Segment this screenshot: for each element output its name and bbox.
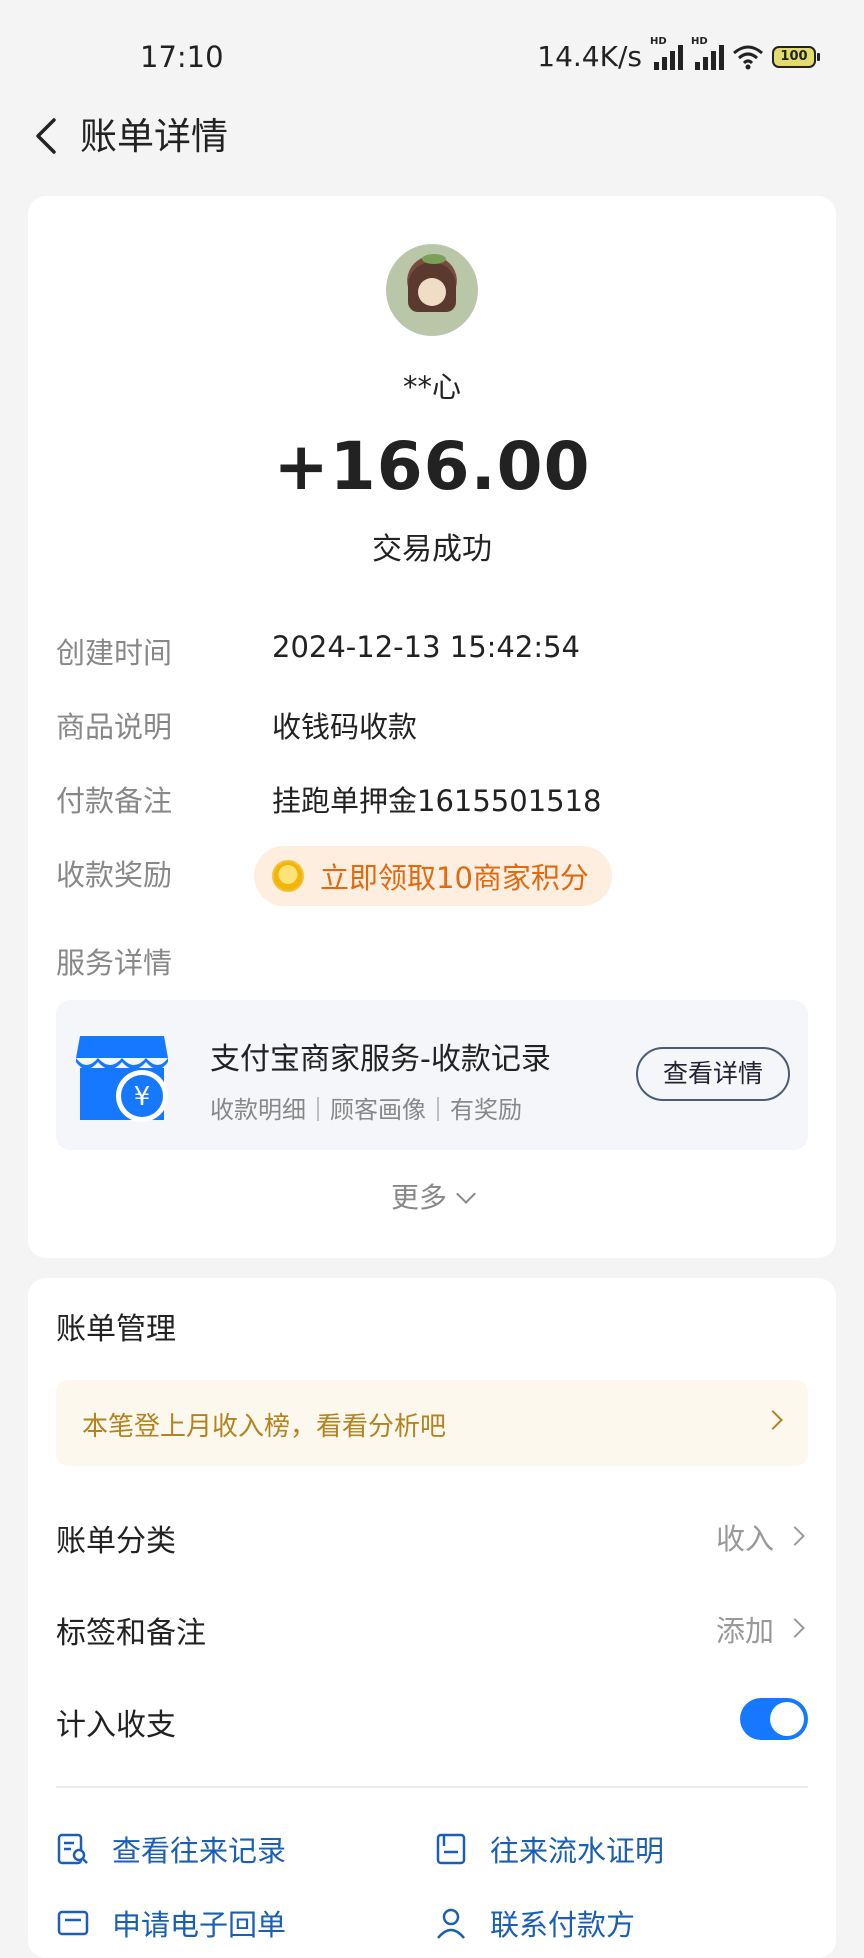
product-desc-value: 收钱码收款 [272,710,418,744]
section-title: 账单管理 [56,1312,176,1347]
status-bar: 17:10 14.4K/s HD HD 100 [0,0,864,110]
view-details-button[interactable]: 查看详情 [636,1047,790,1101]
view-records-action[interactable]: 查看往来记录 [56,1824,286,1874]
view-records-label: 查看往来记录 [112,1834,287,1868]
service-section-label: 服务详情 [56,946,173,980]
transaction-status: 交易成功 [372,532,492,567]
product-desc-label: 商品说明 [56,710,173,744]
chevron-right-icon [785,1618,805,1638]
bill-category-value: 收入 [715,1522,774,1556]
bill-management-card: 账单管理 本笔登上月收入榜，看看分析吧 账单分类 收入 标签和备注 添加 计入收… [28,1278,836,1958]
toggle-knob [770,1702,804,1736]
status-icons: 14.4K/s HD HD 100 [537,36,820,73]
chevron-down-icon [456,1184,476,1204]
tags-notes-label: 标签和备注 [56,1616,206,1651]
page-title: 账单详情 [80,115,228,158]
wifi-icon [733,45,763,69]
banner-text: 本笔登上月收入榜，看看分析吧 [82,1412,447,1442]
e-receipt-label: 申请电子回单 [112,1908,287,1942]
avatar[interactable] [386,244,478,336]
reward-label: 收款奖励 [56,858,173,892]
include-in-stats-toggle[interactable] [740,1698,808,1740]
statement-icon [436,1833,466,1865]
signal-icon: HD [650,36,683,70]
coin-icon [272,860,304,892]
back-arrow-icon[interactable] [26,114,70,158]
transaction-amount: +166.00 [273,428,591,505]
payment-note-label: 付款备注 [56,784,173,818]
e-receipt-action[interactable]: 申请电子回单 [56,1898,286,1948]
bill-category-label: 账单分类 [56,1524,176,1559]
status-time: 17:10 [140,40,224,74]
statement-proof-action[interactable]: 往来流水证明 [434,1824,664,1874]
contact-icon [437,1908,465,1939]
bill-category-row[interactable]: 账单分类 收入 [56,1504,808,1564]
divider [56,1786,808,1788]
network-speed: 14.4K/s [537,40,642,73]
service-title: 支付宝商家服务-收款记录 [210,1042,551,1077]
chevron-right-icon [785,1526,805,1546]
contact-payer-label: 联系付款方 [490,1908,636,1942]
created-time-label: 创建时间 [56,636,173,670]
search-records-icon [57,1833,88,1865]
income-analysis-banner[interactable]: 本笔登上月收入榜，看看分析吧 [56,1380,808,1466]
battery-icon: 100 [772,45,820,68]
shop-icon: ¥ [76,1036,168,1122]
tags-notes-row[interactable]: 标签和备注 添加 [56,1596,808,1656]
more-toggle[interactable]: 更多 [28,1176,836,1216]
include-in-stats-row: 计入收支 [56,1688,808,1748]
claim-points-button[interactable]: 立即领取10商家积分 [254,846,612,906]
merchant-service-card[interactable]: ¥ 支付宝商家服务-收款记录 收款明细｜顾客画像｜有奖励 查看详情 [56,1000,808,1150]
payer-name: **心 [402,370,461,404]
claim-points-label: 立即领取10商家积分 [320,861,589,895]
tags-notes-value: 添加 [715,1614,774,1648]
chevron-right-icon [763,1410,783,1430]
transaction-card: **心 +166.00 交易成功 创建时间 2024-12-13 15:42:5… [28,196,836,1258]
statement-proof-label: 往来流水证明 [490,1834,665,1868]
created-time-value: 2024-12-13 15:42:54 [272,630,580,664]
receipt-icon [57,1910,89,1936]
include-in-stats-label: 计入收支 [56,1708,176,1743]
payment-note-value: 挂跑单押金1615501518 [272,784,602,818]
more-label: 更多 [390,1181,447,1214]
svg-text:¥: ¥ [134,1082,151,1112]
contact-payer-action[interactable]: 联系付款方 [434,1898,635,1948]
signal-icon: HD [691,36,724,70]
service-subtitle: 收款明细｜顾客画像｜有奖励 [210,1096,522,1124]
